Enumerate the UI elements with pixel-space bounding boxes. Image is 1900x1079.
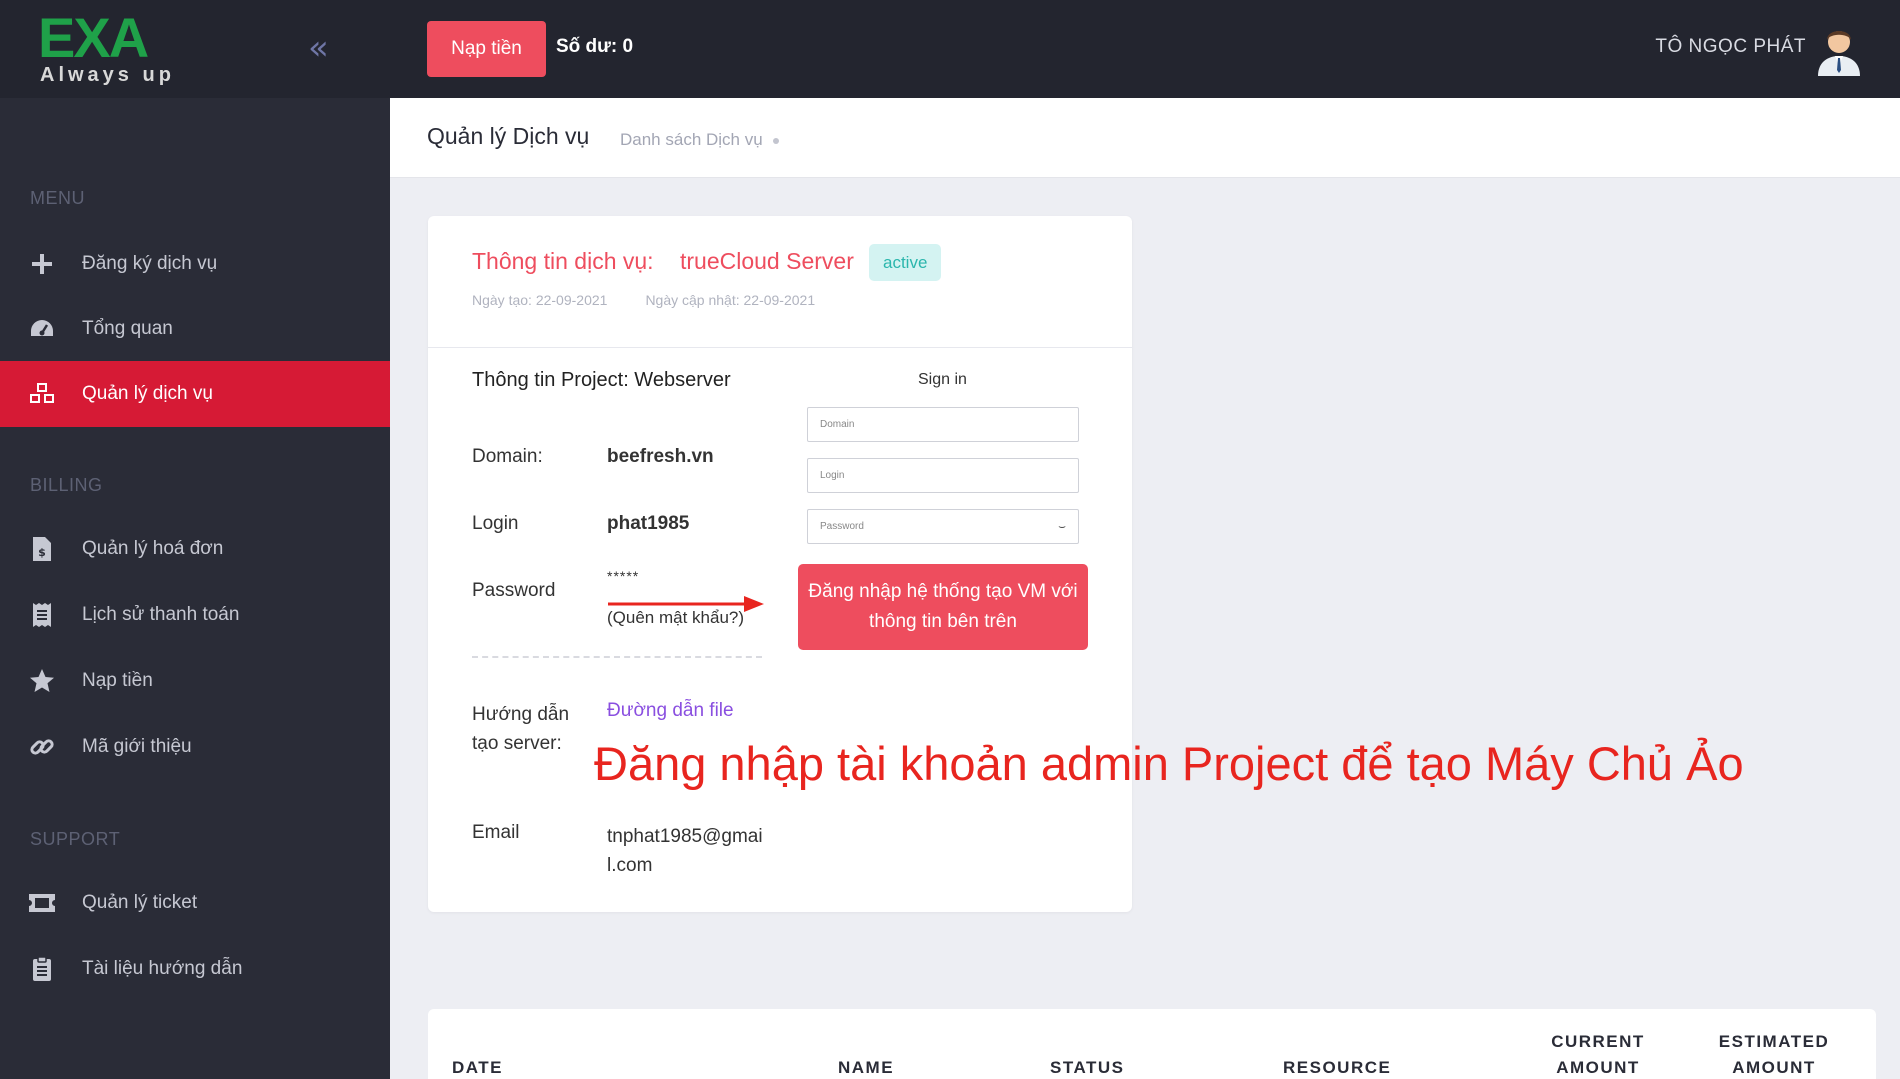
login-input-placeholder: Login	[820, 470, 845, 481]
section-menu-label: MENU	[30, 188, 85, 208]
column-header-name[interactable]: NAME	[838, 1055, 894, 1079]
breadcrumb-dot	[772, 137, 779, 144]
login-input[interactable]: Login	[807, 458, 1079, 493]
created-date: Ngày tạo: 22-09-2021	[472, 292, 608, 308]
logo-tagline: Always up	[40, 64, 175, 86]
domain-value: beefresh.vn	[607, 446, 714, 467]
deposit-button[interactable]: Nạp tiền	[427, 21, 546, 77]
login-label: Login	[472, 513, 519, 534]
sidebar-item-label: Tài liệu hướng dẫn	[82, 958, 243, 979]
sidebar-item-ma-gioi-thieu[interactable]: Mã giới thiệu	[0, 714, 390, 780]
password-input[interactable]: Password ⌣	[807, 509, 1079, 544]
signin-title: Sign in	[918, 371, 967, 388]
link-icon	[28, 733, 56, 761]
sidebar-item-dang-ky-dich-vu[interactable]: Đăng ký dịch vụ	[0, 231, 390, 297]
sidebar-item-lich-su-thanh-toan[interactable]: Lịch sử thanh toán	[0, 582, 390, 648]
plus-icon	[28, 250, 56, 278]
user-name[interactable]: TÔ NGỌC PHÁT	[1655, 36, 1806, 58]
section-billing-label: BILLING	[30, 475, 103, 495]
sidebar-item-label: Quản lý hoá đơn	[82, 538, 224, 559]
sidebar-item-quan-ly-ticket[interactable]: Quản lý ticket	[0, 870, 390, 936]
status-badge: active	[869, 244, 942, 281]
email-label: Email	[472, 822, 520, 843]
service-card-header: Thông tin dịch vụ: trueCloud Server acti…	[428, 216, 1132, 348]
domain-label: Domain:	[472, 446, 543, 467]
sidebar-item-label: Mã giới thiệu	[82, 736, 192, 757]
logo-text: EXA	[38, 6, 149, 69]
service-name: trueCloud Server	[680, 248, 854, 274]
sidebar-item-label: Nạp tiền	[82, 670, 153, 691]
service-info-card: Thông tin dịch vụ: trueCloud Server acti…	[428, 216, 1132, 912]
ticket-icon	[28, 889, 56, 917]
column-header-status[interactable]: STATUS	[1050, 1055, 1124, 1079]
domain-input-placeholder: Domain	[820, 419, 855, 430]
guide-label: Hướng dẫn tạo server:	[472, 704, 570, 754]
sidebar-item-tong-quan[interactable]: Tổng quan	[0, 296, 390, 362]
invoice-icon: $	[28, 535, 56, 563]
clipboard-icon	[28, 955, 56, 983]
collapse-sidebar-icon[interactable]: «	[308, 31, 340, 65]
exa-logo[interactable]: EXA Always up	[38, 10, 178, 90]
sidebar-item-nap-tien[interactable]: Nạp tiền	[0, 648, 390, 714]
column-header-resource[interactable]: RESOURCE	[1283, 1055, 1391, 1079]
domain-input[interactable]: Domain	[807, 407, 1079, 442]
dashboard-gauge-icon	[28, 315, 56, 343]
brand-area: EXA Always up «	[0, 0, 390, 98]
annotation-text: Đăng nhập tài khoản admin Project để tạo…	[594, 737, 1744, 790]
service-table: DATE NAME STATUS RESOURCE CURRENT AMOUNT…	[428, 1009, 1876, 1079]
column-header-current-amount[interactable]: CURRENT AMOUNT	[1544, 1029, 1652, 1079]
column-header-date[interactable]: DATE	[452, 1055, 503, 1079]
column-header-estimated-amount[interactable]: ESTIMATED AMOUNT	[1712, 1029, 1836, 1079]
updated-date: Ngày cập nhật: 22-09-2021	[645, 292, 816, 308]
breadcrumb[interactable]: Danh sách Dịch vụ	[620, 130, 779, 150]
password-label: Password	[472, 580, 556, 601]
service-dates: Ngày tạo: 22-09-2021 Ngày cập nhật: 22-09…	[472, 292, 815, 308]
login-value: phat1985	[607, 513, 690, 534]
sidebar-item-label: Lịch sử thanh toán	[82, 604, 240, 625]
sidebar: EXA Always up « MENU Đăng ký dịch vụ Tổn…	[0, 0, 390, 1079]
svg-text:$: $	[38, 546, 46, 559]
breadcrumb-item[interactable]: Danh sách Dịch vụ	[620, 130, 763, 149]
guide-file-link[interactable]: Đường dẫn file	[607, 700, 734, 722]
password-value: *****	[607, 568, 640, 584]
sidebar-item-label: Quản lý dịch vụ	[82, 383, 213, 404]
balance-text: Số dư: 0	[556, 36, 634, 57]
star-icon	[28, 667, 56, 695]
page-title: Quản lý Dịch vụ	[427, 123, 590, 149]
receipt-icon	[28, 601, 56, 629]
cubes-icon	[28, 380, 56, 408]
section-support-label: SUPPORT	[30, 829, 121, 849]
sidebar-item-quan-ly-hoa-don[interactable]: $ Quản lý hoá đơn	[0, 516, 390, 582]
service-info-label: Thông tin dịch vụ:	[472, 248, 654, 274]
top-bar: Nạp tiền Số dư: 0 TÔ NGỌC PHÁT	[390, 0, 1900, 98]
sidebar-item-tai-lieu-huong-dan[interactable]: Tài liệu hướng dẫn	[0, 936, 390, 1002]
avatar[interactable]	[1814, 22, 1864, 76]
divider	[472, 656, 762, 658]
sidebar-item-label: Tổng quan	[82, 318, 173, 339]
page-header: Quản lý Dịch vụ Danh sách Dịch vụ	[390, 98, 1900, 178]
eye-toggle-icon[interactable]: ⌣	[1058, 519, 1066, 534]
annotation-arrow-icon	[608, 596, 764, 612]
sidebar-item-label: Quản lý ticket	[82, 892, 198, 913]
login-vm-button[interactable]: Đăng nhập hệ thống tạo VM với thông tin …	[798, 564, 1088, 650]
project-title: Thông tin Project: Webserver	[472, 369, 731, 391]
password-input-placeholder: Password	[820, 521, 864, 532]
email-value: tnphat1985@gmail.com	[607, 826, 763, 876]
sidebar-item-quan-ly-dich-vu[interactable]: Quản lý dịch vụ	[0, 361, 390, 427]
sidebar-item-label: Đăng ký dịch vụ	[82, 253, 218, 274]
